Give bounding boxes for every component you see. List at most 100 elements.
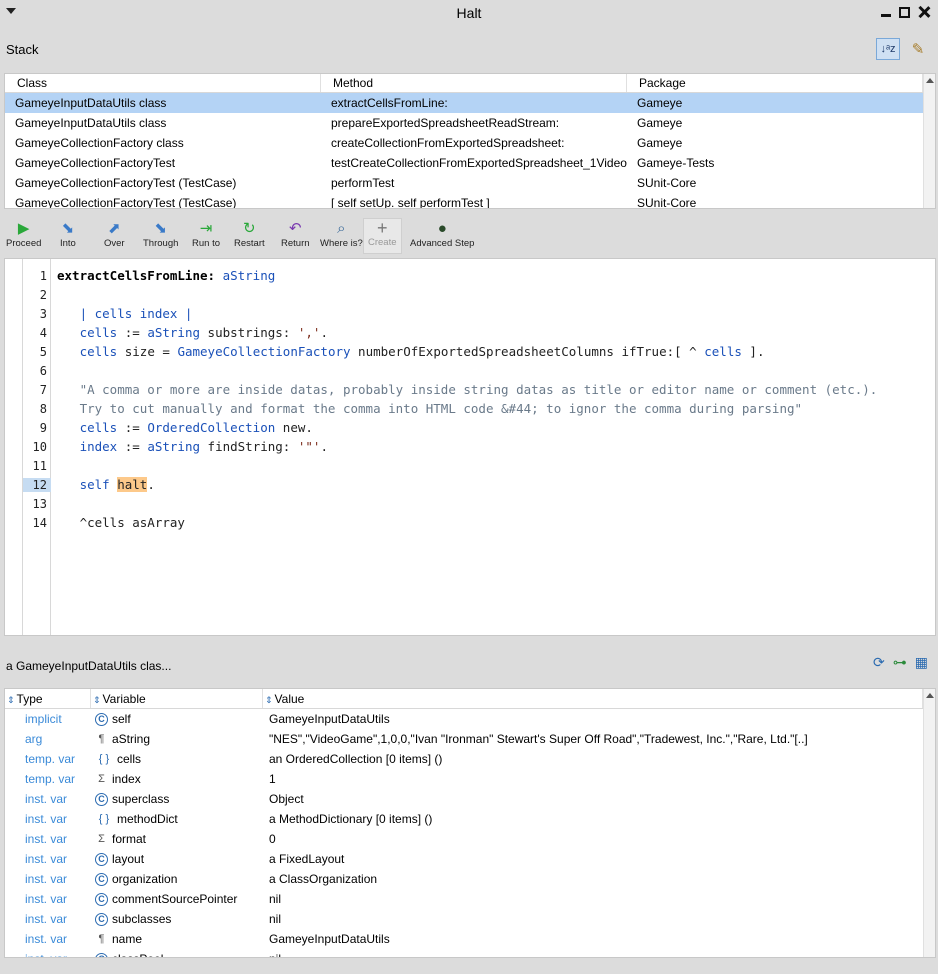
magnifier-icon: ⌕ — [337, 220, 346, 237]
stack-frame-row[interactable]: GameyeCollectionFactory class createColle… — [5, 133, 935, 153]
inspector-row[interactable]: inst. var CcommentSourcePointer nil — [5, 889, 935, 909]
inspector-scrollbar[interactable] — [923, 689, 935, 957]
variable-type: arg — [25, 732, 43, 746]
column-header-package[interactable]: Package — [627, 74, 923, 92]
line-number: 10 — [32, 439, 47, 454]
breakpoint-gutter[interactable] — [5, 259, 23, 635]
stack-frame-row[interactable]: GameyeInputDataUtils class prepareExporte… — [5, 113, 935, 133]
inspector-row[interactable]: arg ¶ aString "NES","VideoGame",1,0,0,"Ivan… — [5, 729, 935, 749]
variable-name-cell: Cself — [91, 712, 263, 726]
line-number: 6 — [39, 363, 47, 378]
variable-name: index — [112, 772, 141, 786]
frame-class: GameyeCollectionFactory class — [15, 136, 184, 150]
line-number: 7 — [39, 382, 47, 397]
code-line-10: 10 index := aString findString: '"'. — [23, 437, 328, 456]
frame-method: extractCellsFromLine: — [331, 96, 448, 110]
inspector-table-header: ⇕ Type ⇕ Variable ⇕ Value — [5, 689, 935, 709]
line-number: 11 — [32, 458, 47, 473]
inspector-row[interactable]: inst. var Clayout a FixedLayout — [5, 849, 935, 869]
stack-header-icons: ↓ᵃz ✎ — [876, 38, 930, 60]
inspector-row[interactable]: temp. var { } cells an OrderedCollection [0… — [5, 749, 935, 769]
code-token: new. — [275, 420, 313, 435]
restart-icon: ↻ — [243, 220, 256, 237]
stack-frame-row[interactable]: GameyeInputDataUtils class extractCellsFr… — [5, 93, 935, 113]
variable-value: 1 — [269, 772, 276, 786]
variable-name-cell: ¶ name — [91, 932, 263, 946]
restart-button[interactable]: ↻ Restart — [234, 220, 265, 249]
inspector-header-icons: ⟳ ⊶ ▦ — [873, 654, 928, 671]
window-title: Halt — [456, 5, 482, 21]
line-number: 1 — [39, 268, 47, 283]
return-label: Return — [281, 238, 310, 249]
column-header-method[interactable]: Method — [321, 74, 627, 92]
play-icon: ▶ — [17, 220, 30, 237]
code-editor[interactable]: 1 extractCellsFromLine: aString 2 3 | ce… — [4, 258, 936, 636]
code-token: ^cells asArray — [79, 515, 185, 530]
close-icon[interactable] — [918, 6, 930, 18]
temp-declaration: | cells index | — [79, 306, 193, 321]
variable-name: name — [112, 932, 143, 946]
inspector-row[interactable]: inst. var Σformat 0 — [5, 829, 935, 849]
where-is-button[interactable]: ⌕ Where is? — [320, 220, 363, 249]
inspector-row[interactable]: inst. var Corganization a ClassOrganizatio… — [5, 869, 935, 889]
inspector-row[interactable]: inst. var Csuperclass Object — [5, 789, 935, 809]
sort-alpha-icon[interactable]: ↓ᵃz — [876, 38, 900, 60]
code-token: ',' — [297, 325, 321, 340]
variable-type: inst. var — [25, 872, 68, 886]
code-token: cells — [79, 420, 118, 435]
refresh-icon[interactable]: ⟳ — [873, 654, 885, 671]
code-token: OrderedCollection — [147, 420, 276, 435]
run-to-button[interactable]: ⇥ Run to — [192, 220, 220, 249]
into-button[interactable]: ⬊ Into — [60, 220, 76, 249]
inspector-row[interactable]: temp. var Σindex 1 — [5, 769, 935, 789]
inspector-row[interactable]: inst. varCclassPoolnil — [5, 949, 935, 957]
variable-name-cell: Csuperclass — [91, 792, 263, 806]
stack-frame-row[interactable]: GameyeCollectionFactoryTest (TestCase) [ … — [5, 193, 935, 209]
stack-frame-row[interactable]: GameyeCollectionFactoryTest (TestCase) pe… — [5, 173, 935, 193]
calculator-icon[interactable]: ▦ — [915, 654, 928, 671]
inspector-row[interactable]: inst. var ¶ name GameyeInputDataUtils — [5, 929, 935, 949]
method-argument: aString — [222, 268, 276, 283]
variable-name: format — [112, 832, 147, 846]
scroll-up-icon[interactable] — [926, 78, 934, 83]
variable-name: subclasses — [112, 912, 172, 926]
maximize-icon[interactable] — [899, 6, 910, 18]
code-line-9: 9 cells := OrderedCollection new. — [23, 418, 313, 437]
frame-package: Gameye-Tests — [637, 156, 715, 170]
return-button[interactable]: ↶ Return — [281, 220, 310, 249]
variable-type: inst. var — [25, 832, 68, 846]
over-button[interactable]: ⬈ Over — [104, 220, 125, 249]
inspector-row[interactable]: inst. var Csubclasses nil — [5, 909, 935, 929]
column-header-type[interactable]: ⇕ Type — [5, 689, 91, 708]
frame-method: [ self setUp. self performTest ] — [331, 196, 490, 209]
column-header-value[interactable]: ⇕ Value — [263, 689, 923, 708]
frame-method: prepareExportedSpreadsheetReadStream: — [331, 116, 560, 130]
variable-type: temp. var — [25, 772, 76, 786]
through-button[interactable]: ⬊ Through — [143, 220, 178, 249]
line-number: 13 — [32, 496, 47, 511]
return-icon: ↶ — [288, 220, 302, 237]
class-badge-icon: C — [95, 712, 108, 726]
frame-package: SUnit-Core — [637, 176, 697, 190]
minimize-icon[interactable] — [881, 13, 891, 17]
stack-frame-row[interactable]: GameyeCollectionFactoryTest testCreateCol… — [5, 153, 935, 173]
inspector-row[interactable]: inst. var { } methodDict a MethodDictionary… — [5, 809, 935, 829]
code-token: . — [320, 325, 328, 340]
window-titlebar: Halt — [0, 0, 938, 28]
code-line-2: 2 — [23, 285, 51, 304]
variable-value: nil — [263, 952, 923, 957]
advanced-step-button[interactable]: ● Advanced Step — [410, 220, 474, 249]
column-header-variable[interactable]: ⇕ Variable — [91, 689, 263, 708]
column-header-class[interactable]: Class — [5, 74, 321, 92]
sort-icon: ⇕ — [93, 695, 101, 705]
variable-value: a ClassOrganization — [269, 872, 378, 886]
proceed-button[interactable]: ▶ Proceed — [6, 220, 41, 249]
variable-value: an OrderedCollection [0 items] () — [269, 752, 443, 766]
proceed-label: Proceed — [6, 238, 42, 249]
scroll-up-icon[interactable] — [926, 693, 934, 698]
glasses-icon[interactable]: ⊶ — [893, 654, 907, 671]
inspector-row[interactable]: implicit Cself GameyeInputDataUtils — [5, 709, 935, 729]
create-button[interactable]: + Create — [363, 218, 402, 254]
wrench-icon[interactable]: ✎ — [906, 38, 930, 60]
stack-scrollbar[interactable] — [923, 74, 935, 208]
